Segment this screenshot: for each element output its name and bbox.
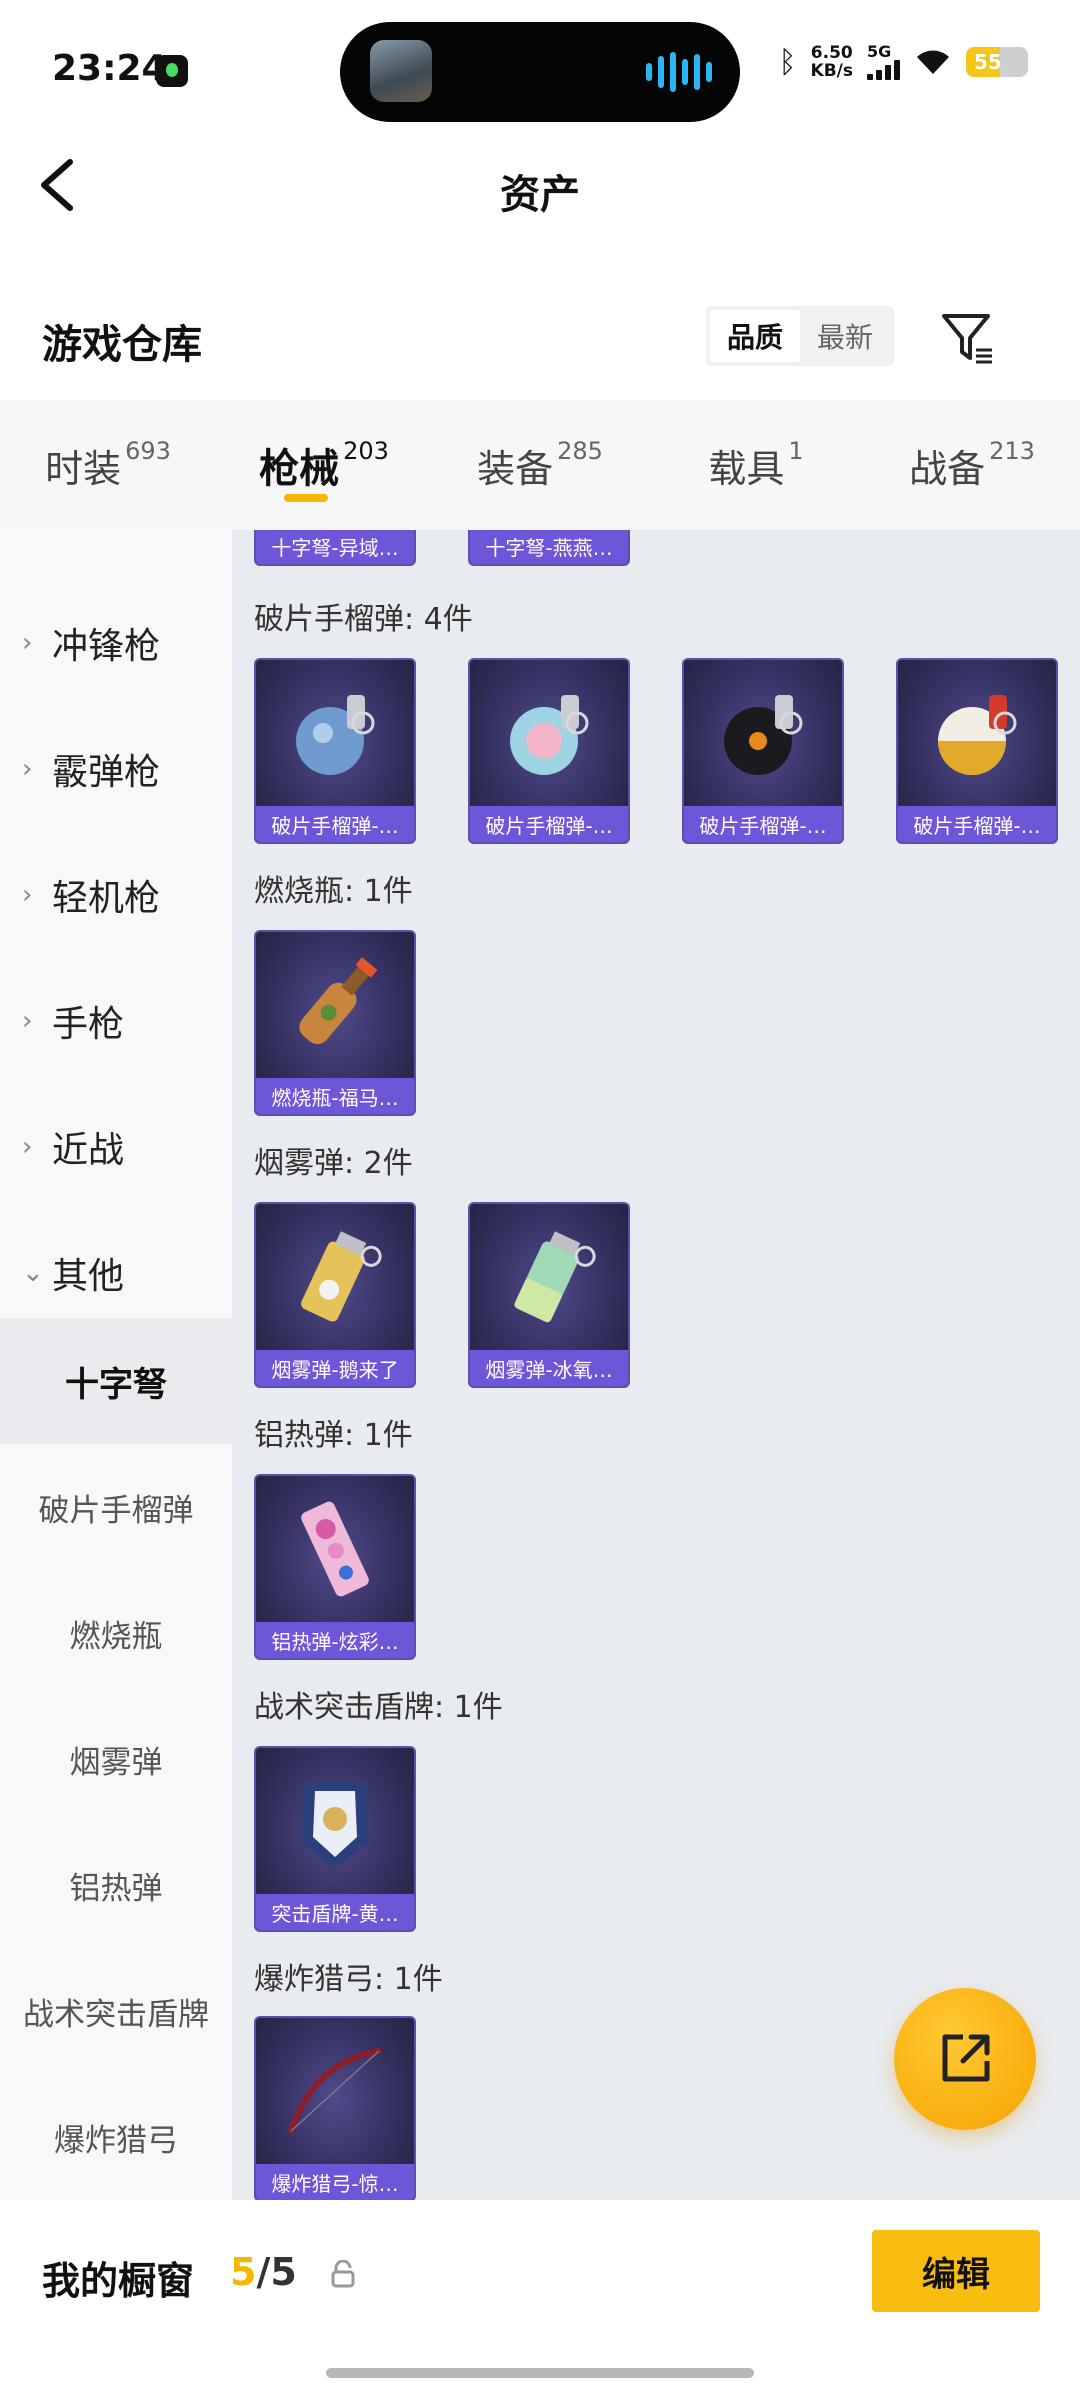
sidebar-sub-thermite[interactable]: 铝热弹 xyxy=(0,1822,232,1948)
network-type: 5G xyxy=(867,42,892,61)
bow-icon xyxy=(256,2018,414,2164)
sidebar-sub-frag-grenade[interactable]: 破片手榴弹 xyxy=(0,1444,232,1570)
group-title-molotov: 燃烧瓶: 1件 xyxy=(254,874,413,909)
bluetooth-icon: ᛒ xyxy=(778,44,797,80)
sidebar-sub-shield[interactable]: 战术突击盾牌 xyxy=(0,1948,232,2074)
lock-icon xyxy=(331,2260,355,2288)
sidebar-item-shotgun[interactable]: › 霰弹枪 xyxy=(0,706,232,832)
group-title-hunting-bow: 爆炸猎弓: 1件 xyxy=(254,1962,443,1997)
home-indicator[interactable] xyxy=(326,2368,754,2378)
item-card-frag-grenade[interactable]: 破片手榴弹-… xyxy=(468,658,630,844)
wifi-icon xyxy=(914,48,952,76)
shield-icon xyxy=(256,1748,414,1894)
chevron-right-icon: › xyxy=(22,1006,33,1036)
status-bar: 23:24 ᛒ 6.50 KB/s 5G 55 xyxy=(0,0,1080,130)
signal-bars-icon xyxy=(867,60,900,80)
item-card-crossbow[interactable]: 十字弩-异域… xyxy=(254,530,416,566)
item-card-thermite[interactable]: 铝热弹-炫彩… xyxy=(254,1474,416,1660)
chevron-right-icon: › xyxy=(22,880,33,910)
tab-vehicles[interactable]: 载具 1 xyxy=(648,400,864,530)
showcase-count: 5/5 xyxy=(230,2250,297,2294)
category-tabs: 时装 693 枪械 203 装备 285 载具 1 战备 213 xyxy=(0,400,1080,530)
item-card-crossbow[interactable]: 十字弩-燕燕… xyxy=(468,530,630,566)
battery-percent: 55 xyxy=(974,50,1002,74)
sidebar-item-lmg[interactable]: › 轻机枪 xyxy=(0,832,232,958)
sort-quality-button[interactable]: 品质 xyxy=(710,310,800,362)
bottle-icon xyxy=(256,932,414,1078)
item-grid: 十字弩-异域… 十字弩-燕燕… 破片手榴弹: 4件 破片手榴弹-… 破片手榴弹-… xyxy=(232,530,1080,2200)
showcase-title: 我的橱窗 xyxy=(42,2259,195,2303)
item-card-molotov[interactable]: 燃烧瓶-福马… xyxy=(254,930,416,1116)
cell-signal: 5G xyxy=(867,44,900,80)
sidebar-sub-crossbow[interactable]: 十字弩 xyxy=(0,1318,232,1444)
item-card-smoke[interactable]: 烟雾弹-鹅来了 xyxy=(254,1202,416,1388)
group-title-thermite: 铝热弹: 1件 xyxy=(254,1418,413,1453)
grenade-icon xyxy=(684,660,842,806)
category-sidebar: › 冲锋枪 › 霰弹枪 › 轻机枪 › 手枪 › 近战 ⌄ 其他 十字弩 破片手榴弹 燃烧瓶… xyxy=(0,530,232,2200)
music-app-icon xyxy=(156,55,188,87)
sidebar-sub-molotov[interactable]: 燃烧瓶 xyxy=(0,1570,232,1696)
sidebar-sub-smoke[interactable]: 烟雾弹 xyxy=(0,1696,232,1822)
share-button[interactable] xyxy=(894,1988,1036,2130)
sort-newest-button[interactable]: 最新 xyxy=(800,310,890,362)
edit-button[interactable]: 编辑 xyxy=(872,2230,1040,2312)
item-card-frag-grenade[interactable]: 破片手榴弹-… xyxy=(896,658,1058,844)
media-thumbnail xyxy=(370,40,432,102)
group-title-smoke: 烟雾弹: 2件 xyxy=(254,1146,413,1181)
tab-supplies[interactable]: 战备 213 xyxy=(864,400,1080,530)
item-card-frag-grenade[interactable]: 破片手榴弹-… xyxy=(682,658,844,844)
app-header: 资产 xyxy=(0,130,1080,250)
active-tab-indicator xyxy=(284,494,328,502)
item-card-frag-grenade[interactable]: 破片手榴弹-… xyxy=(254,658,416,844)
grenade-icon xyxy=(256,660,414,806)
smoke-canister-icon xyxy=(256,1204,414,1350)
chevron-right-icon: › xyxy=(22,1132,33,1162)
group-title-shield: 战术突击盾牌: 1件 xyxy=(254,1690,503,1725)
tab-firearms[interactable]: 枪械 203 xyxy=(216,400,432,530)
sidebar-item-melee[interactable]: › 近战 xyxy=(0,1084,232,1210)
item-card-smoke[interactable]: 烟雾弹-冰氧… xyxy=(468,1202,630,1388)
tab-equipment[interactable]: 装备 285 xyxy=(432,400,648,530)
thermite-icon xyxy=(256,1476,414,1622)
status-time: 23:24 xyxy=(52,48,167,89)
chevron-right-icon: › xyxy=(22,628,33,658)
grenade-icon xyxy=(898,660,1056,806)
sort-toggle: 品质 最新 xyxy=(706,306,894,366)
showcase-footer: 我的橱窗 5/5 编辑 xyxy=(0,2200,1080,2400)
sidebar-sub-hunting-bow[interactable]: 爆炸猎弓 xyxy=(0,2074,232,2200)
sidebar-item-smg[interactable]: › 冲锋枪 xyxy=(0,580,232,706)
share-icon xyxy=(942,2034,990,2082)
audio-wave-icon xyxy=(646,52,712,92)
filter-icon xyxy=(942,314,992,364)
chevron-down-icon: ⌄ xyxy=(22,1258,44,1288)
item-card-hunting-bow[interactable]: 爆炸猎弓-惊… xyxy=(254,2016,416,2200)
filter-button[interactable] xyxy=(938,308,998,368)
chevron-right-icon: › xyxy=(22,754,33,784)
grenade-icon xyxy=(470,660,628,806)
section-title: 游戏仓库 xyxy=(42,322,202,368)
dynamic-island[interactable] xyxy=(340,22,740,122)
status-indicators: ᛒ 6.50 KB/s 5G 55 xyxy=(779,44,1028,80)
battery-indicator: 55 xyxy=(966,47,1028,77)
sidebar-item-pistol[interactable]: › 手枪 xyxy=(0,958,232,1084)
item-card-shield[interactable]: 突击盾牌-黄… xyxy=(254,1746,416,1932)
group-title-frag-grenade: 破片手榴弹: 4件 xyxy=(254,602,473,637)
net-speed: 6.50 KB/s xyxy=(810,43,853,81)
page-title: 资产 xyxy=(500,172,580,218)
tab-fashion[interactable]: 时装 693 xyxy=(0,400,216,530)
smoke-canister-icon xyxy=(470,1204,628,1350)
